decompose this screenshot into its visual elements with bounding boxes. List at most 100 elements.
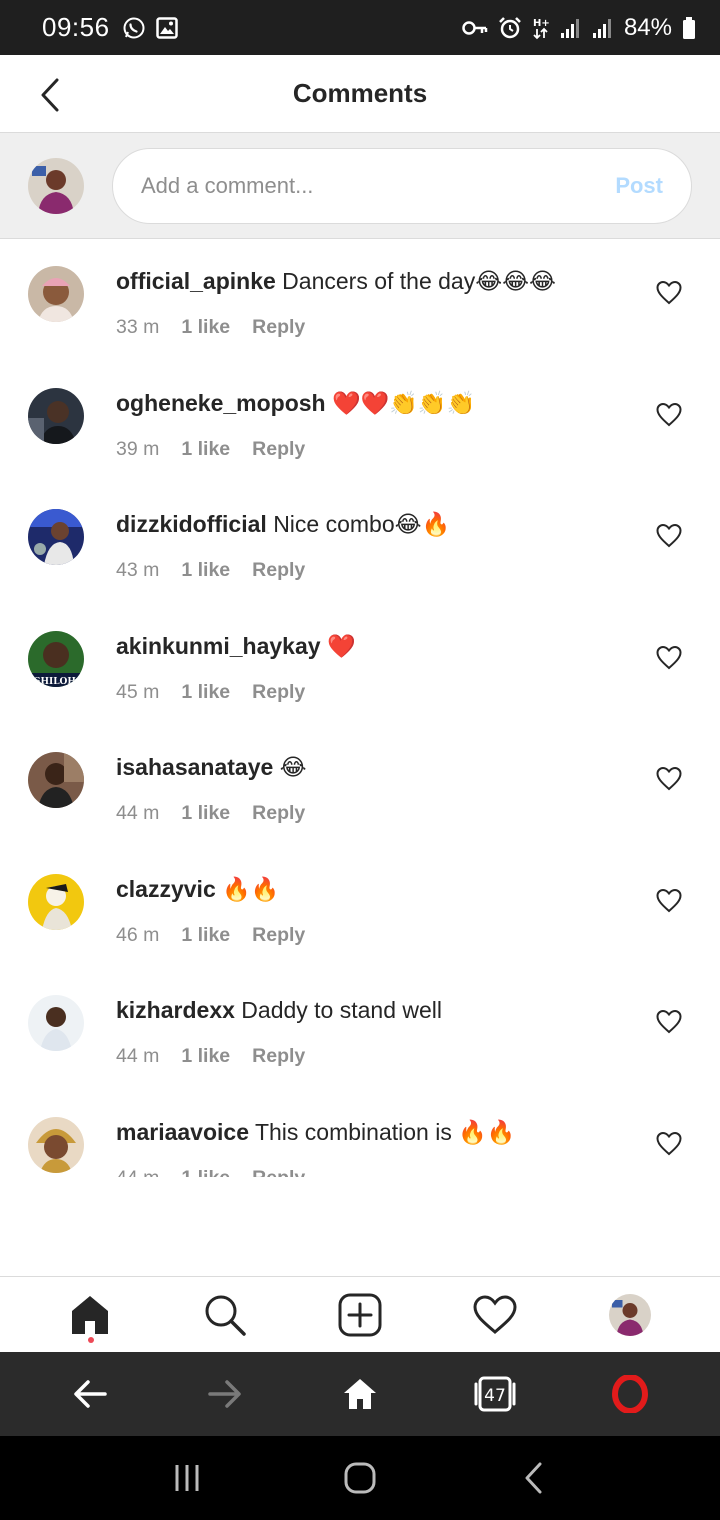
comment-username[interactable]: official_apinke	[116, 268, 276, 294]
avatar[interactable]	[28, 387, 84, 444]
battery-percent: 84%	[623, 13, 672, 41]
tab-profile[interactable]	[594, 1279, 666, 1351]
search-icon	[205, 1295, 246, 1336]
comment-text: ❤️	[326, 632, 356, 659]
avatar[interactable]: SHILOH	[28, 630, 84, 687]
chevron-left-icon	[525, 1462, 542, 1494]
heart-icon[interactable]	[656, 766, 682, 792]
tab-activity[interactable]	[459, 1279, 531, 1351]
opera-logo	[612, 1375, 649, 1413]
comments-header: Comments	[0, 55, 720, 133]
reply-button[interactable]: Reply	[252, 559, 305, 582]
activity-dot	[87, 1336, 94, 1343]
svg-text:H+: H+	[533, 18, 550, 29]
comment-likes[interactable]: 1 like	[181, 802, 230, 825]
back-nav-button[interactable]	[498, 1443, 568, 1513]
browser-forward-button[interactable]	[189, 1358, 261, 1430]
heart-icon[interactable]	[656, 645, 682, 671]
gallery-icon	[155, 16, 178, 39]
alarm-icon	[498, 16, 522, 40]
avatar[interactable]	[28, 752, 84, 808]
comment-likes[interactable]: 1 like	[181, 316, 230, 339]
list-item: isahasanataye 😂 44 m 1 like Reply	[0, 726, 720, 848]
comment-text: Nice combo😂🔥	[273, 511, 451, 537]
comment-likes[interactable]: 1 like	[181, 1045, 230, 1068]
comment-text: This combination is 🔥🔥	[254, 1118, 516, 1145]
avatar[interactable]	[28, 995, 84, 1051]
list-item: kizhardexx Daddy to stand well 44 m 1 lik…	[0, 969, 720, 1091]
list-item: dizzkidofficial Nice combo😂🔥 43 m 1 like R…	[0, 483, 720, 605]
comment-time: 44 m	[116, 1045, 160, 1067]
comment-likes[interactable]: 1 like	[181, 438, 230, 461]
bottom-tab-bar	[0, 1276, 720, 1352]
heart-icon[interactable]	[656, 280, 682, 306]
data-icon: H+	[532, 16, 550, 40]
browser-home-button[interactable]	[324, 1358, 396, 1430]
comment-text: Daddy to stand well	[241, 997, 443, 1023]
comment-time: 46 m	[116, 923, 160, 946]
reply-button[interactable]: Reply	[252, 802, 305, 825]
heart-icon[interactable]	[656, 1009, 682, 1035]
browser-tabs-button[interactable]: 47	[459, 1358, 531, 1430]
comment-input-placeholder: Add a comment...	[141, 172, 314, 198]
avatar[interactable]	[28, 509, 84, 565]
tab-new-post[interactable]	[324, 1279, 396, 1351]
back-arrow-icon	[73, 1380, 107, 1408]
list-item: ogheneke_moposh ❤️❤️👏👏👏 39 m 1 like Reply	[0, 362, 720, 484]
comment-username[interactable]: mariaavoice	[116, 1119, 249, 1145]
comment-likes[interactable]: 1 like	[181, 559, 230, 582]
opera-menu-button[interactable]	[594, 1358, 666, 1430]
avatar[interactable]	[28, 1116, 84, 1173]
comment-likes[interactable]: 1 like	[181, 924, 230, 947]
activity-heart-icon	[473, 1294, 517, 1334]
recents-button[interactable]	[152, 1443, 222, 1513]
whatsapp-icon	[122, 16, 146, 40]
comment-username[interactable]: clazzyvic	[116, 876, 216, 902]
reply-button[interactable]: Reply	[252, 1167, 305, 1178]
profile-avatar	[609, 1293, 652, 1336]
comment-time: 45 m	[116, 680, 160, 703]
heart-icon[interactable]	[656, 888, 682, 914]
comment-text: 😂	[279, 754, 307, 780]
comment-username[interactable]: ogheneke_moposh	[116, 390, 326, 416]
home-icon	[343, 1379, 376, 1409]
avatar[interactable]	[28, 266, 84, 322]
new-post-icon	[338, 1293, 382, 1336]
reply-button[interactable]: Reply	[252, 681, 305, 704]
back-button[interactable]	[32, 75, 68, 115]
reply-button[interactable]: Reply	[252, 438, 305, 461]
comment-time: 39 m	[116, 437, 160, 460]
page-title: Comments	[292, 78, 428, 108]
reply-button[interactable]: Reply	[252, 316, 305, 339]
heart-icon[interactable]	[656, 402, 682, 428]
comment-likes[interactable]: 1 like	[181, 1167, 230, 1178]
list-item: SHILOH akinkunmi_haykay ❤️ 45 m 1 like Rep…	[0, 605, 720, 727]
comment-username[interactable]: isahasanataye	[116, 754, 273, 780]
forward-arrow-icon	[208, 1380, 241, 1408]
status-bar: 09:56 H+ 84%	[0, 0, 720, 55]
list-item: clazzyvic 🔥🔥 46 m 1 like Reply	[0, 848, 720, 970]
recents-icon	[175, 1465, 199, 1491]
browser-back-button[interactable]	[54, 1358, 126, 1430]
comment-list[interactable]: official_apinke Dancers of the day😂😂😂 33…	[0, 240, 720, 1177]
avatar[interactable]	[28, 873, 84, 930]
reply-button[interactable]: Reply	[252, 924, 305, 947]
comment-time: 44 m	[116, 802, 160, 824]
heart-icon[interactable]	[656, 1131, 682, 1157]
tab-home[interactable]	[54, 1279, 126, 1351]
comment-time: 44 m	[116, 1167, 159, 1178]
comment-username[interactable]: kizhardexx	[116, 997, 235, 1023]
comment-likes[interactable]: 1 like	[181, 681, 230, 704]
tab-search[interactable]	[189, 1279, 261, 1351]
signal-icon	[592, 17, 614, 39]
home-nav-button[interactable]	[325, 1443, 395, 1513]
heart-icon[interactable]	[656, 523, 682, 549]
reply-button[interactable]: Reply	[252, 1045, 305, 1068]
comment-username[interactable]: dizzkidofficial	[116, 511, 267, 537]
comment-input[interactable]: Add a comment... Post	[112, 147, 692, 224]
comment-username[interactable]: akinkunmi_haykay	[116, 633, 321, 659]
avatar	[28, 157, 84, 214]
list-item: official_apinke Dancers of the day😂😂😂 33…	[0, 240, 720, 362]
post-button[interactable]: Post	[615, 173, 663, 199]
browser-toolbar: 47	[0, 1352, 720, 1436]
